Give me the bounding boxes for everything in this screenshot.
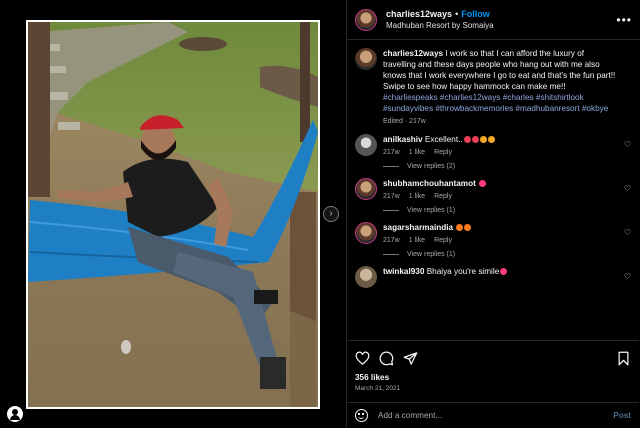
- comment-text: anilkashiv Excellent..: [383, 134, 617, 145]
- replies-line: [383, 210, 399, 211]
- post-side-panel: charlies12ways • Follow Madhuban Resort by…: [346, 0, 640, 428]
- comment-text: sagarsharmaindia: [383, 222, 617, 233]
- comments-list[interactable]: charlies12ways I work so that I can affo…: [347, 48, 639, 338]
- comment-like-heart-icon[interactable]: ♡: [624, 184, 631, 193]
- caption-meta: Edited · 217w: [383, 118, 426, 125]
- caption-hashtags[interactable]: #charliespeaks #charlies12ways #charles …: [383, 92, 617, 114]
- caption-username[interactable]: charlies12ways: [383, 49, 443, 58]
- comment-username[interactable]: sagarsharmaindia: [383, 223, 453, 232]
- view-replies-label[interactable]: View replies (1): [407, 207, 455, 214]
- header-separator: •: [455, 9, 459, 19]
- caption-text: charlies12ways I work so that I can affo…: [383, 48, 617, 92]
- view-replies-button[interactable]: View replies (2): [383, 163, 617, 170]
- reply-button[interactable]: Reply: [434, 237, 452, 244]
- comment-input[interactable]: [378, 411, 614, 420]
- header-text: charlies12ways • Follow Madhuban Resort by…: [386, 7, 494, 32]
- comment-body: Bhaiya you're simile: [424, 267, 500, 276]
- comment-meta: 217w 1 like Reply: [383, 193, 617, 200]
- view-replies-label[interactable]: View replies (2): [407, 163, 455, 170]
- bookmark-icon[interactable]: [616, 351, 631, 366]
- comment-item: sagarsharmaindia 217w 1 like Reply ♡ View …: [347, 222, 639, 258]
- post-header: charlies12ways • Follow Madhuban Resort by…: [347, 0, 640, 40]
- comment-age: 217w: [383, 149, 400, 156]
- post-comment-button[interactable]: Post: [613, 411, 631, 420]
- comment-composer: Post: [347, 402, 639, 428]
- heart-emoji-icon: [500, 268, 508, 275]
- reply-button[interactable]: Reply: [434, 149, 452, 156]
- author-avatar[interactable]: [355, 8, 377, 31]
- comment-item: anilkashiv Excellent.. 217w 1 like Reply ♡…: [347, 134, 639, 170]
- heart-icon[interactable]: [355, 351, 370, 366]
- comment-username[interactable]: twinkal930: [383, 267, 424, 276]
- post-actions: 356 likes March 21, 2021: [347, 340, 639, 392]
- emoji-picker-icon[interactable]: [355, 409, 368, 422]
- fire-emoji-icon: [464, 224, 472, 231]
- replies-line: [383, 166, 399, 167]
- comment-username[interactable]: shubhamchouhantamot: [383, 179, 476, 188]
- comment-meta: 217w 1 like Reply: [383, 237, 617, 244]
- comment-text: shubhamchouhantamot: [383, 178, 617, 189]
- view-replies-label[interactable]: View replies (1): [407, 251, 455, 258]
- carousel-next-button[interactable]: ›: [323, 206, 339, 222]
- post-photo-frame: [26, 20, 320, 409]
- emoji-icon: [479, 136, 487, 143]
- comment-item: shubhamchouhantamot 217w 1 like Reply ♡ Vi…: [347, 178, 639, 214]
- post-photo[interactable]: [28, 22, 318, 407]
- hammock-photo-illustration: [28, 22, 318, 407]
- more-dots-icon[interactable]: •••: [616, 13, 632, 27]
- action-icons: [355, 349, 631, 367]
- likes-count[interactable]: 356 likes: [355, 373, 631, 382]
- comment-meta: 217w 1 like Reply: [383, 149, 617, 156]
- emoji-icon: [471, 136, 479, 143]
- comment-age: 217w: [383, 237, 400, 244]
- emoji-icon: [487, 136, 495, 143]
- comment-body: Excellent..: [422, 135, 463, 144]
- comment-avatar[interactable]: [355, 222, 377, 244]
- comment-likes[interactable]: 1 like: [409, 149, 425, 156]
- emoji-icon: [463, 136, 471, 143]
- comment-username[interactable]: anilkashiv: [383, 135, 423, 144]
- post-date[interactable]: March 21, 2021: [355, 385, 631, 392]
- comment-like-heart-icon[interactable]: ♡: [624, 228, 631, 237]
- comment-text: twinkal930 Bhaiya you're simile: [383, 266, 617, 277]
- comment-likes[interactable]: 1 like: [409, 237, 425, 244]
- media-pane: ›: [0, 0, 346, 428]
- replies-line: [383, 254, 399, 255]
- view-replies-button[interactable]: View replies (1): [383, 207, 617, 214]
- comment-avatar[interactable]: [355, 178, 377, 200]
- follow-button[interactable]: Follow: [461, 9, 490, 19]
- account-avatar-icon[interactable]: [7, 406, 23, 422]
- fire-emoji-icon: [456, 224, 464, 231]
- comment-likes[interactable]: 1 like: [409, 193, 425, 200]
- comment-icon[interactable]: [379, 351, 394, 366]
- heart-emoji-icon: [479, 180, 487, 187]
- share-icon[interactable]: [403, 351, 418, 366]
- comment-body: [476, 179, 478, 188]
- comment-avatar[interactable]: [355, 134, 377, 156]
- comment-age: 217w: [383, 193, 400, 200]
- comment-body: [453, 223, 455, 232]
- instagram-post-modal: › charlies12ways • Follow Madhuban Resort …: [0, 0, 640, 428]
- caption: charlies12ways I work so that I can affo…: [347, 48, 639, 125]
- caption-avatar[interactable]: [355, 48, 377, 70]
- view-replies-button[interactable]: View replies (1): [383, 251, 617, 258]
- comment-like-heart-icon[interactable]: ♡: [624, 272, 631, 281]
- comment-item: twinkal930 Bhaiya you're simile ♡: [347, 266, 639, 288]
- reply-button[interactable]: Reply: [434, 193, 452, 200]
- comment-avatar[interactable]: [355, 266, 377, 288]
- comment-like-heart-icon[interactable]: ♡: [624, 140, 631, 149]
- author-username[interactable]: charlies12ways: [386, 9, 452, 19]
- location-link[interactable]: Madhuban Resort by Somaiya: [386, 20, 494, 32]
